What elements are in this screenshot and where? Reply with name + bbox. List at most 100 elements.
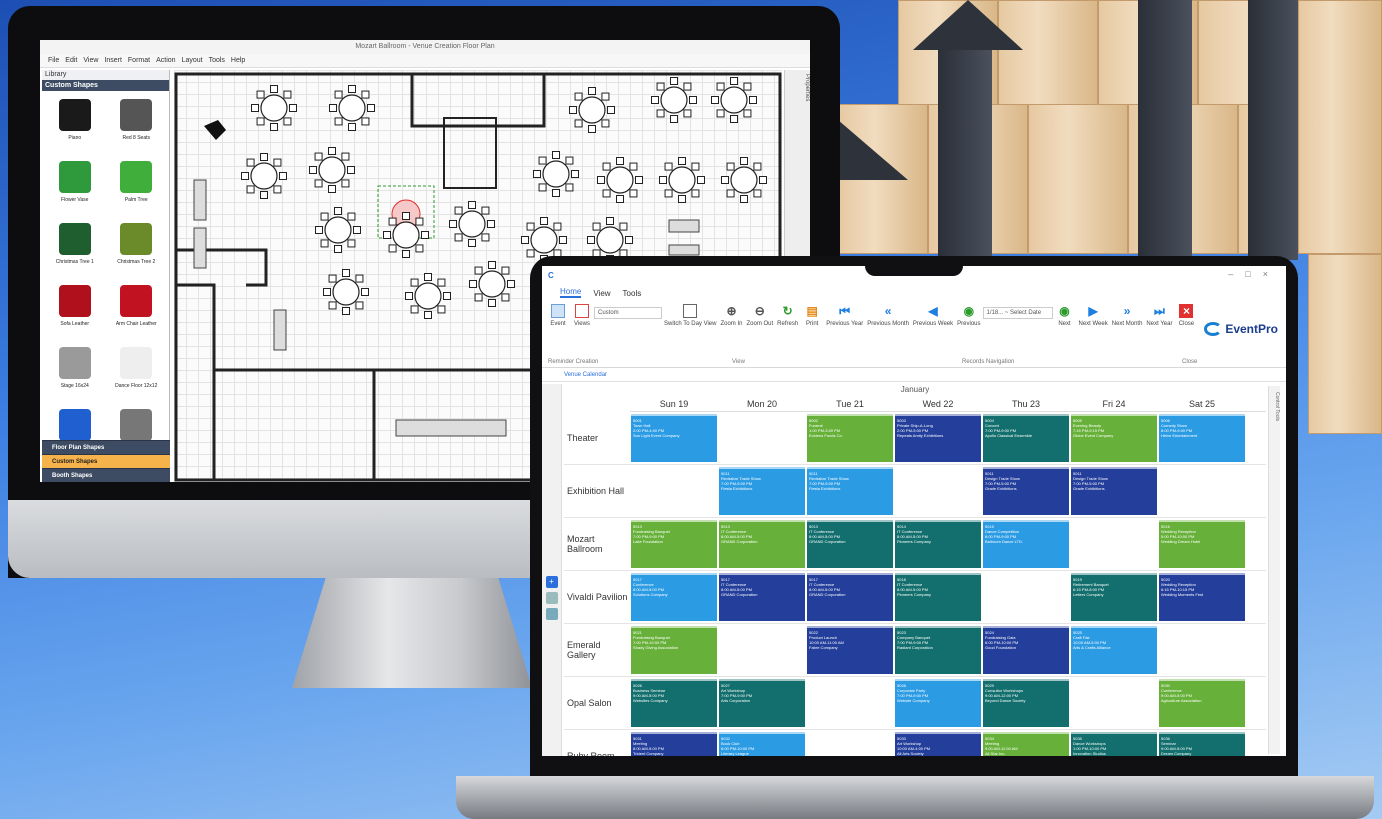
- round-table[interactable]: [659, 157, 705, 203]
- calendar-cell[interactable]: [982, 571, 1070, 623]
- select-date-input[interactable]: 1/18... ~ Select Date: [982, 307, 1053, 319]
- event-block[interactable]: 5004 Concert 7:00 PM-9:00 PM Apollo Classic…: [983, 414, 1069, 462]
- event-block[interactable]: 5020 Wedding Reception 6:15 PM-10:15 PM Wed…: [1159, 573, 1245, 621]
- tab-custom-shapes[interactable]: Custom Shapes: [42, 454, 170, 468]
- rail-add-icon[interactable]: +: [545, 576, 558, 588]
- event-block[interactable]: 5011 Revitalize Trade Show 7:00 PM-5:00 PM…: [719, 467, 805, 515]
- event-block[interactable]: 5006 Comedy Show 8:00 PM-9:00 PM Helve Ente…: [1159, 414, 1245, 462]
- event-block[interactable]: 5030 Conference 9:00 AM-5:00 PM Agriculture…: [1159, 679, 1245, 727]
- calendar-cell[interactable]: 5027 Art Workshop 7:00 PM-9:00 PM Arts Corp…: [718, 677, 806, 729]
- calendar-cell[interactable]: 5019 Retirement Banquet 6:15 PM-8:00 PM Let…: [1070, 571, 1158, 623]
- event-block[interactable]: 5014 IT Conference 8:00 AM-5:00 PM Pioneers…: [895, 520, 981, 568]
- calendar-cell[interactable]: 5017 IT Conference 8:00 AM-5:00 PM GRAND Co…: [718, 571, 806, 623]
- zoom-in-button[interactable]: ⊕ Zoom In: [720, 304, 742, 327]
- event-block[interactable]: 5011 Design Trade Show 7:00 PM-5:00 PM Grad…: [1071, 467, 1157, 515]
- tab-venue-calendar[interactable]: Venue Calendar: [542, 368, 1286, 382]
- calendar-cell[interactable]: 5013 Fundraising Banquet 7:00 PM-9:00 PM La…: [630, 518, 718, 570]
- calendar-cell[interactable]: [1070, 677, 1158, 729]
- library-shape[interactable]: Palm Tree: [108, 159, 166, 219]
- calendar-cell[interactable]: 5005 Evening Beauty 7:15 PM-9:15 PM Globe E…: [1070, 412, 1158, 464]
- calendar-cell[interactable]: 5018 IT Conference 8:00 AM-5:00 PM Pioneers…: [894, 571, 982, 623]
- rail-list-icon[interactable]: [545, 592, 558, 604]
- calendar-cell[interactable]: 5016 Wedding Reception 5:00 PM-10:00 PM Wed…: [1158, 518, 1246, 570]
- calendar-cell[interactable]: 5004 Concert 7:00 PM-9:00 PM Apollo Classic…: [982, 412, 1070, 464]
- calendar-cell[interactable]: 5025 Craft Fair 10:00 AM-5:00 PM Arts & Cra…: [1070, 624, 1158, 676]
- event-block[interactable]: 5013 Fundraising Banquet 7:00 PM-9:00 PM La…: [631, 520, 717, 568]
- event-block[interactable]: 5017 IT Conference 8:00 AM-5:00 PM GRAND Co…: [807, 573, 893, 621]
- menu-help[interactable]: Help: [231, 54, 245, 67]
- calendar-cell[interactable]: 5035 Dance Workshops 1:00 PM-10:00 PM Innov…: [1070, 730, 1158, 756]
- calendar-cell[interactable]: 5031 Meeting 8:00 AM-9:00 PM Trident Compan…: [630, 730, 718, 756]
- calendar-cell[interactable]: 5011 Revitalize Trade Show 7:00 PM-5:00 PM…: [806, 465, 894, 517]
- round-table[interactable]: [329, 85, 375, 131]
- calendar-cell[interactable]: [806, 730, 894, 756]
- calendar-cell[interactable]: 5017 IT Conference 8:00 AM-5:00 PM GRAND Co…: [806, 571, 894, 623]
- event-block[interactable]: 5027 Art Workshop 7:00 PM-9:00 PM Arts Corp…: [719, 679, 805, 727]
- event-block[interactable]: 5034 Meeting 9:00 AM-11:00 AM All Star Inc.: [983, 732, 1069, 756]
- tab-floor-plan-shapes[interactable]: Floor Plan Shapes: [42, 440, 170, 454]
- calendar-cell[interactable]: [718, 412, 806, 464]
- round-table[interactable]: [405, 273, 451, 319]
- control-tools-panel[interactable]: Control Tools: [1268, 386, 1280, 754]
- event-block[interactable]: 5011 Revitalize Trade Show 7:00 PM-5:00 PM…: [807, 467, 893, 515]
- event-block[interactable]: 5021 Fundraising Banquet 7:00 PM-10:00 PM S…: [631, 626, 717, 674]
- library-shape[interactable]: Arm Chair Leather: [108, 283, 166, 343]
- round-table[interactable]: [533, 151, 579, 197]
- event-block[interactable]: 5005 Evening Beauty 7:15 PM-9:15 PM Globe E…: [1071, 414, 1157, 462]
- calendar-cell[interactable]: 5003 Private Ship-A-Long 2:00 PM-5:00 PM Re…: [894, 412, 982, 464]
- calendar-cell[interactable]: [1158, 624, 1246, 676]
- event-block[interactable]: 5029 Consultor Workshops 9:00 AM-12:00 PM B…: [983, 679, 1069, 727]
- event-block[interactable]: 5028 Corporate Party 7:00 PM-9:00 PM Websit…: [895, 679, 981, 727]
- library-shape[interactable]: Dance Floor 12x12: [108, 345, 166, 405]
- event-block[interactable]: 5017 Conference 8:00 AM-5:00 PM Solutions C…: [631, 573, 717, 621]
- round-table[interactable]: [315, 207, 361, 253]
- event-block[interactable]: 5002 Funeral 1:00 PM-3:00 PM Evidens Foods …: [807, 414, 893, 462]
- library-shape[interactable]: Christmas Tree 1: [46, 221, 104, 281]
- round-table[interactable]: [569, 87, 615, 133]
- previous-year-button[interactable]: ⏮ Previous Year: [826, 304, 863, 327]
- library-shape[interactable]: Sofa Leather: [46, 283, 104, 343]
- calendar-cell[interactable]: 5011 Design Trade Show 7:00 PM-5:00 PM Grad…: [1070, 465, 1158, 517]
- library-shape[interactable]: Red 8 Seats: [108, 97, 166, 157]
- calendar-cell[interactable]: 5024 Fundraising Gala 6:00 PM-10:00 PM Good…: [982, 624, 1070, 676]
- previous-week-button[interactable]: ◀ Previous Week: [913, 304, 953, 327]
- calendar-cell[interactable]: 5011 Design Trade Show 7:00 PM-5:00 PM Grad…: [982, 465, 1070, 517]
- switch-day-view-button[interactable]: Switch To Day View: [664, 304, 716, 327]
- calendar-cell[interactable]: 5017 Conference 8:00 AM-5:00 PM Solutions C…: [630, 571, 718, 623]
- event-block[interactable]: 5016 Wedding Reception 5:00 PM-10:00 PM Wed…: [1159, 520, 1245, 568]
- round-table[interactable]: [597, 157, 643, 203]
- calendar-cell[interactable]: 5015 Dance Competition 6:00 PM-9:00 PM Ball…: [982, 518, 1070, 570]
- event-block[interactable]: 5001 Town Hall 2:00 PM-4:00 PM Sun Light Ev…: [631, 414, 717, 462]
- next-year-button[interactable]: ⏭ Next Year: [1146, 304, 1172, 327]
- event-block[interactable]: 5024 Fundraising Gala 6:00 PM-10:00 PM Good…: [983, 626, 1069, 674]
- calendar-cell[interactable]: 5034 Meeting 9:00 AM-11:00 AM All Star Inc.: [982, 730, 1070, 756]
- round-table[interactable]: [651, 77, 697, 123]
- library-shape[interactable]: Piano: [46, 97, 104, 157]
- event-block[interactable]: 5017 IT Conference 8:00 AM-5:00 PM GRAND Co…: [719, 573, 805, 621]
- next-month-button[interactable]: » Next Month: [1112, 304, 1143, 327]
- custom-shapes-section[interactable]: Custom Shapes: [42, 80, 169, 91]
- calendar-cell[interactable]: 5020 Wedding Reception 6:15 PM-10:15 PM Wed…: [1158, 571, 1246, 623]
- event-block[interactable]: 5032 Book Club 6:00 PM-10:00 PM Literary Le…: [719, 732, 805, 756]
- round-table[interactable]: [721, 157, 767, 203]
- menu-edit[interactable]: Edit: [65, 54, 77, 67]
- calendar-cell[interactable]: 5013 IT Conference 8:00 AM-5:00 PM GRAND Co…: [718, 518, 806, 570]
- event-block[interactable]: 5015 Dance Competition 6:00 PM-9:00 PM Ball…: [983, 520, 1069, 568]
- tab-tools[interactable]: Tools: [623, 289, 642, 298]
- calendar-cell[interactable]: 5011 Revitalize Trade Show 7:00 PM-5:00 PM…: [718, 465, 806, 517]
- calendar-cell[interactable]: 5001 Town Hall 2:00 PM-4:00 PM Sun Light Ev…: [630, 412, 718, 464]
- previous-button[interactable]: ◉ Previous: [957, 304, 980, 327]
- calendar-cell[interactable]: 5033 Art Workshop 10:00 AM-4:00 PM All Arts…: [894, 730, 982, 756]
- event-block[interactable]: 5013 IT Conference 8:00 AM-5:00 PM GRAND Co…: [719, 520, 805, 568]
- tab-home[interactable]: Home: [560, 287, 582, 298]
- event-block[interactable]: 5003 Private Ship-A-Long 2:00 PM-5:00 PM Re…: [895, 414, 981, 462]
- calendar-cell[interactable]: 5030 Conference 9:00 AM-5:00 PM Agriculture…: [1158, 677, 1246, 729]
- event-block[interactable]: 5011 Design Trade Show 7:00 PM-5:00 PM Grad…: [983, 467, 1069, 515]
- calendar-cell[interactable]: 5014 IT Conference 8:00 AM-5:00 PM Pioneers…: [894, 518, 982, 570]
- calendar-cell[interactable]: 5032 Book Club 6:00 PM-10:00 PM Literary Le…: [718, 730, 806, 756]
- event-block[interactable]: 5035 Dance Workshops 1:00 PM-10:00 PM Innov…: [1071, 732, 1157, 756]
- event-block[interactable]: 5018 IT Conference 8:00 AM-5:00 PM Pioneers…: [895, 573, 981, 621]
- event-block[interactable]: 5013 IT Conference 8:00 AM-5:00 PM GRAND Co…: [807, 520, 893, 568]
- library-shape[interactable]: Stage 16x24: [46, 345, 104, 405]
- library-shape[interactable]: Christmas Tree 2: [108, 221, 166, 281]
